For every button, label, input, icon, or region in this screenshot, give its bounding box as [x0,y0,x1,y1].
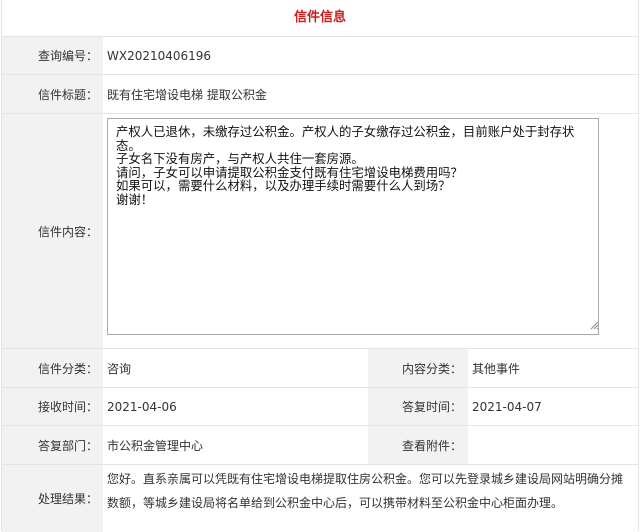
attachment-value[interactable] [468,426,638,464]
reply-time-label: 答复时间： [368,388,468,425]
received-half: 接收时间： 2021-04-06 [2,388,368,425]
dept-half: 答复部门： 市公积金管理中心 [2,426,368,464]
attachment-label: 查看附件： [368,426,468,464]
reply-dept-value: 市公积金管理中心 [107,438,204,453]
result-label: 处理结果： [2,465,103,532]
reply-dept-label: 答复部门： [2,426,103,464]
received-time-label: 接收时间： [2,388,103,425]
row-dept: 答复部门： 市公积金管理中心 查看附件： [2,426,638,465]
letter-content-cell: 产权人已退休，未缴存过公积金。产权人的子女缴存过公积金，目前账户处于封存状态。 … [103,114,638,348]
category-value: 咨询 [107,361,132,376]
result-value: 您好。直系亲属可以凭既有住宅增设电梯提取住房公积金。您可以先登录城乡建设局网站明… [103,465,638,532]
query-no-label: 查询编号： [2,37,103,74]
category-half: 信件分类： 咨询 [2,349,368,387]
row-category: 信件分类： 咨询 内容分类： 其他事件 [2,349,638,388]
resize-grip-icon[interactable] [589,320,599,330]
content-category-value: 其他事件 [472,361,521,376]
row-result: 处理结果： 您好。直系亲属可以凭既有住宅增设电梯提取住房公积金。您可以先登录城乡… [2,465,638,532]
query-no-value: WX20210406196 [103,37,638,74]
reply-time-value: 2021-04-07 [472,399,542,414]
received-time-value: 2021-04-06 [107,399,177,414]
row-letter-title: 信件标题： 既有住宅增设电梯 提取公积金 [2,75,638,114]
letter-content-label: 信件内容： [2,114,103,348]
letter-info-panel: 信件信息 查询编号： WX20210406196 信件标题： 既有住宅增设电梯 … [1,0,639,532]
content-category-label: 内容分类： [368,349,468,387]
letter-content-textarea[interactable]: 产权人已退休，未缴存过公积金。产权人的子女缴存过公积金，目前账户处于封存状态。 … [107,118,599,335]
row-letter-content: 信件内容： 产权人已退休，未缴存过公积金。产权人的子女缴存过公积金，目前账户处于… [2,114,638,349]
page-title: 信件信息 [2,0,638,37]
category-label: 信件分类： [2,349,103,387]
letter-title-label: 信件标题： [2,75,103,113]
row-times: 接收时间： 2021-04-06 答复时间： 2021-04-07 [2,388,638,426]
letter-title-value: 既有住宅增设电梯 提取公积金 [103,75,638,113]
row-query-no: 查询编号： WX20210406196 [2,37,638,75]
